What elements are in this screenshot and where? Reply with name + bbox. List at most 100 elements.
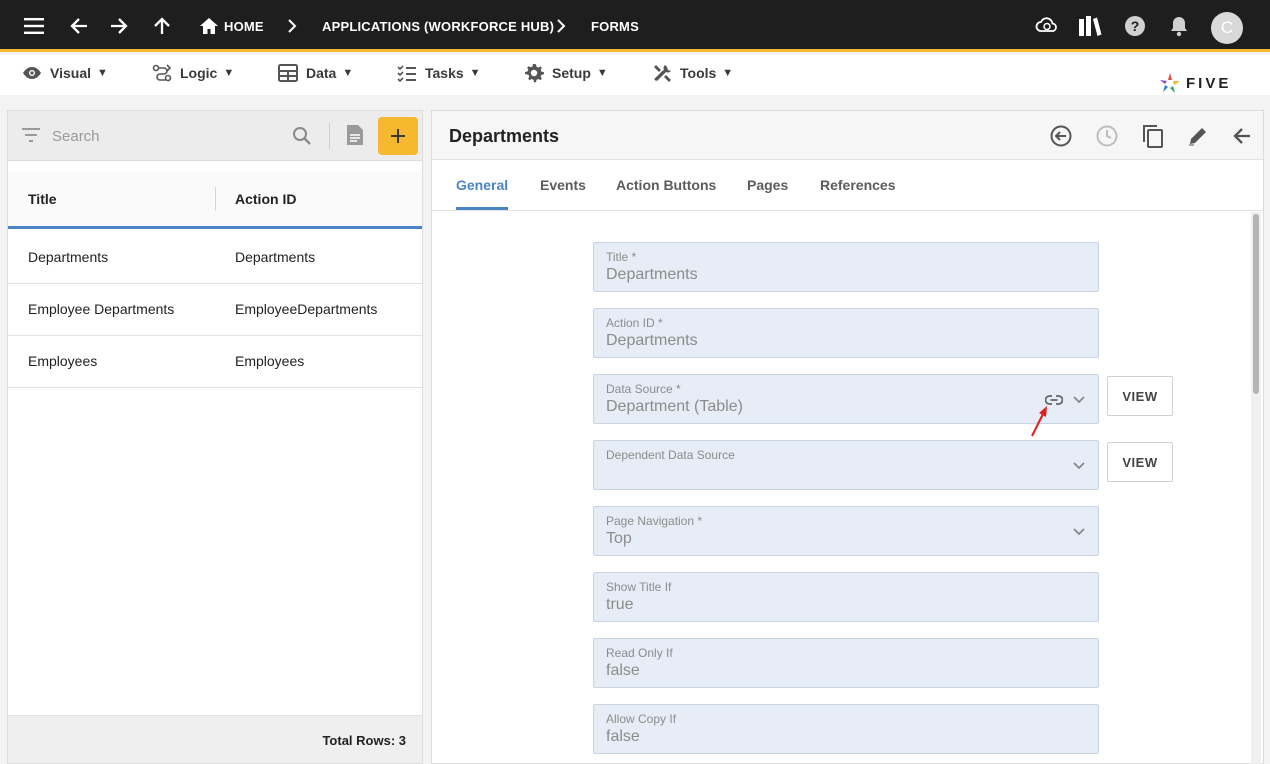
field-label: Page Navigation * (606, 514, 703, 528)
table-row[interactable]: Departments Departments (8, 232, 422, 284)
add-record-button[interactable] (378, 117, 418, 155)
tab-references[interactable]: References (820, 177, 896, 193)
column-header-action-id[interactable]: Action ID (235, 191, 296, 207)
detail-header: Departments (432, 111, 1263, 160)
menu-tasks-label: Tasks (425, 65, 464, 81)
dependent-data-source-view-button[interactable]: VIEW (1107, 442, 1173, 482)
data-source-select[interactable]: Data Source * Department (Table) (593, 374, 1099, 424)
field-label: Read Only If (606, 646, 673, 660)
five-logo: FIVE (1158, 70, 1231, 96)
action-id-field[interactable]: Action ID * Departments (593, 308, 1099, 358)
tab-general[interactable]: General (456, 177, 508, 193)
filter-icon[interactable] (21, 127, 41, 148)
tab-pages[interactable]: Pages (747, 177, 788, 193)
records-list-panel: Title Action ID Departments Departments … (7, 110, 423, 764)
table-row[interactable]: Employees Employees (8, 336, 422, 388)
back-arrow-icon[interactable] (67, 14, 91, 38)
data-source-view-button[interactable]: VIEW (1107, 376, 1173, 416)
forward-arrow-icon[interactable] (107, 14, 131, 38)
chevron-down-icon[interactable] (1070, 391, 1088, 409)
library-icon[interactable] (1078, 14, 1102, 38)
menu-setup[interactable]: Setup ▼ (524, 61, 608, 85)
read-only-if-field[interactable]: Read Only If false (593, 638, 1099, 688)
field-label: Action ID * (606, 316, 663, 330)
cloud-sync-icon[interactable] (1035, 14, 1059, 38)
search-input[interactable] (52, 125, 282, 147)
field-value: Department (Table) (606, 398, 743, 415)
field-value: Top (606, 530, 632, 547)
allow-copy-if-field[interactable]: Allow Copy If false (593, 704, 1099, 754)
field-label: Title * (606, 250, 637, 264)
search-bar (8, 111, 422, 161)
breadcrumb-home[interactable]: HOME (224, 19, 264, 34)
menu-icon[interactable] (23, 14, 47, 38)
row-action-id: Employees (235, 353, 305, 369)
search-icon[interactable] (292, 126, 312, 151)
up-arrow-icon[interactable] (150, 14, 174, 38)
table-header: Title Action ID (8, 171, 422, 229)
dependent-data-source-select[interactable]: Dependent Data Source (593, 440, 1099, 490)
revert-icon[interactable] (1048, 123, 1074, 149)
field-value: false (606, 728, 640, 745)
column-header-title[interactable]: Title (28, 191, 57, 207)
field-value: false (606, 662, 640, 679)
menu-data[interactable]: Data ▼ (278, 61, 353, 85)
help-icon[interactable]: ? (1123, 14, 1147, 38)
logic-icon (152, 64, 172, 82)
home-icon[interactable] (197, 14, 221, 38)
menu-tasks[interactable]: Tasks ▼ (397, 61, 481, 85)
caret-down-icon: ▼ (223, 67, 235, 79)
five-logo-text: FIVE (1186, 74, 1232, 92)
field-label: Show Title If (606, 580, 672, 594)
chevron-down-icon[interactable] (1070, 457, 1088, 475)
total-rows-count: Total Rows: 3 (322, 733, 406, 748)
chevron-down-icon[interactable] (1070, 523, 1088, 541)
eye-icon (23, 67, 41, 79)
menu-setup-label: Setup (552, 65, 591, 81)
copy-icon[interactable] (1140, 123, 1166, 149)
chevron-right-icon (284, 16, 300, 36)
row-action-id: EmployeeDepartments (235, 301, 378, 317)
chevron-right-icon (553, 16, 569, 36)
edit-icon[interactable] (1185, 123, 1211, 149)
menu-logic[interactable]: Logic ▼ (152, 61, 234, 85)
tab-events[interactable]: Events (540, 177, 586, 193)
document-icon[interactable] (346, 124, 364, 151)
gear-icon (525, 64, 544, 83)
detail-tabs: General Events Action Buttons Pages Refe… (432, 161, 1263, 211)
tools-icon (654, 65, 671, 82)
annotation-arrow-icon (1031, 406, 1047, 437)
show-title-if-field[interactable]: Show Title If true (593, 572, 1099, 622)
record-detail-panel: Departments General Events Action Button… (431, 110, 1264, 764)
bell-icon[interactable] (1167, 14, 1191, 38)
menu-tools[interactable]: Tools ▼ (652, 61, 733, 85)
main-menu-bar: Visual ▼ Logic ▼ Data ▼ Tasks ▼ Setup ▼ … (0, 55, 1270, 95)
row-title: Employee Departments (28, 301, 175, 317)
caret-down-icon: ▼ (97, 67, 108, 79)
scrollbar[interactable] (1251, 212, 1261, 764)
plus-icon (391, 129, 405, 143)
menu-logic-label: Logic (180, 65, 218, 81)
row-title: Employees (28, 353, 98, 369)
table-footer: Total Rows: 3 (8, 715, 422, 763)
history-icon[interactable] (1094, 123, 1120, 149)
tab-action-buttons[interactable]: Action Buttons (616, 177, 716, 193)
menu-visual[interactable]: Visual ▼ (22, 61, 108, 85)
field-label: Dependent Data Source (606, 448, 735, 462)
breadcrumb-forms[interactable]: FORMS (591, 19, 639, 34)
active-tab-indicator (456, 207, 508, 210)
back-icon[interactable] (1229, 123, 1255, 149)
svg-text:?: ? (1131, 18, 1140, 34)
menu-data-label: Data (306, 65, 337, 81)
title-field[interactable]: Title * Departments (593, 242, 1099, 292)
table-row[interactable]: Employee Departments EmployeeDepartments (8, 284, 422, 336)
field-label: Data Source * (606, 382, 681, 396)
scrollbar-thumb[interactable] (1253, 214, 1259, 394)
column-separator (215, 187, 216, 211)
row-action-id: Departments (235, 249, 316, 265)
page-navigation-select[interactable]: Page Navigation * Top (593, 506, 1099, 556)
field-label: Allow Copy If (606, 712, 677, 726)
menu-visual-label: Visual (50, 65, 91, 81)
avatar[interactable]: C (1211, 12, 1243, 44)
breadcrumb-application[interactable]: APPLICATIONS (WORKFORCE HUB) (322, 19, 554, 34)
